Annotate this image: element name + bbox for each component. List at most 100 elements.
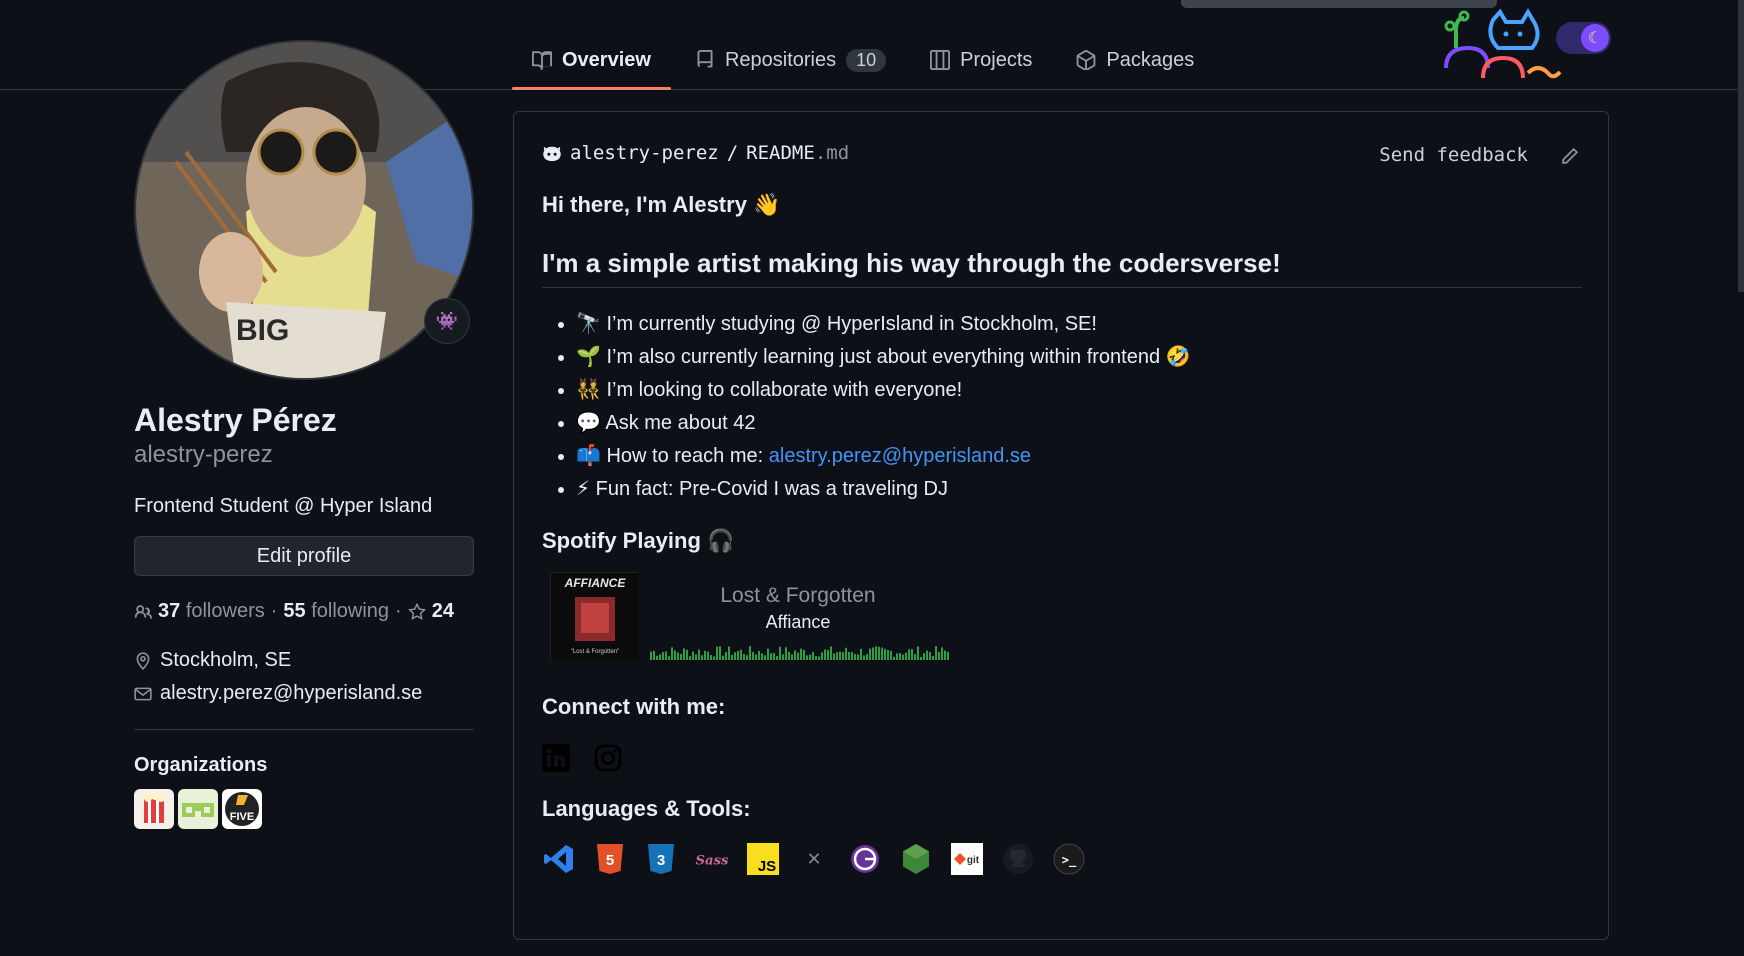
separator: ·: [395, 600, 402, 622]
octocat-illustration: [1444, 8, 1562, 79]
express-icon[interactable]: ✕: [797, 842, 831, 876]
git-icon[interactable]: git: [950, 842, 984, 876]
nodejs-icon[interactable]: [899, 842, 933, 876]
following-label: following: [311, 600, 390, 622]
people-icon: [134, 604, 152, 619]
theme-toggle[interactable]: ☾: [1556, 22, 1611, 54]
email-item: alestry.perez@hyperisland.se: [134, 682, 474, 705]
spotify-widget[interactable]: AFFIANCE "Lost & Forgotten" Lost & Forgo…: [542, 572, 1582, 672]
tools-list: 5 3 Sass JS ✕ G git >_: [542, 842, 1582, 876]
location-icon: [136, 651, 150, 670]
org-pixel-avatar[interactable]: [178, 789, 218, 829]
css3-icon[interactable]: 3: [644, 842, 678, 876]
separator: ·: [270, 600, 278, 622]
svg-text:JS: JS: [758, 858, 776, 875]
readme-file[interactable]: README: [746, 142, 815, 164]
svg-text:BIG: BIG: [236, 314, 289, 347]
svg-text:5: 5: [606, 852, 614, 869]
readme-headline: I'm a simple artist making his way throu…: [542, 248, 1582, 288]
svg-text:>_: >_: [1062, 853, 1077, 868]
terminal-icon[interactable]: >_: [1052, 842, 1086, 876]
following-count: 55: [283, 600, 306, 622]
spotify-title: Spotify Playing 🎧: [542, 528, 735, 553]
profile-login: alestry-perez: [134, 441, 273, 468]
send-feedback-link[interactable]: Send feedback: [1379, 144, 1528, 166]
package-icon: [1077, 50, 1096, 70]
album-cover: AFFIANCE "Lost & Forgotten": [550, 572, 639, 661]
star-icon: [407, 602, 426, 620]
smiley-icon: [543, 146, 561, 162]
email-link[interactable]: alestry.perez@hyperisland.se: [160, 682, 422, 705]
readme-owner[interactable]: alestry-perez: [570, 142, 719, 164]
tab-repositories-label: Repositories: [724, 48, 837, 71]
profile-sidebar: BIG 👾 Alestry Pérez alestry-perez Fronte…: [134, 40, 474, 829]
following-link[interactable]: 55 following: [283, 600, 389, 623]
profile-details: Stockholm, SE alestry.perez@hyperisland.…: [134, 649, 474, 705]
svg-text:Sass: Sass: [696, 854, 730, 869]
followers-label: followers: [185, 600, 265, 622]
stars-link[interactable]: 24: [407, 600, 454, 623]
cover-caption: "Lost & Forgotten": [571, 649, 620, 655]
pencil-icon[interactable]: [1560, 146, 1580, 166]
readme-ext: .md: [814, 142, 850, 164]
audio-visualizer: [650, 646, 949, 660]
location-item: Stockholm, SE: [134, 649, 474, 672]
followers-link[interactable]: 37 followers: [158, 600, 265, 623]
gatsby-icon[interactable]: G: [848, 842, 882, 876]
profile-readme: alestry-perez / README.md Send feedback …: [513, 111, 1609, 940]
profile-name: Alestry Pérez: [134, 402, 337, 438]
tools-title: Languages & Tools:: [542, 796, 751, 821]
list-item: ⚡ Fun fact: Pre-Covid I was a traveling …: [576, 473, 1582, 506]
tab-repositories[interactable]: Repositories 10: [675, 40, 906, 80]
tab-overview[interactable]: Overview: [512, 40, 671, 90]
tab-overview-label: Overview: [562, 48, 651, 71]
org-popcorn-avatar[interactable]: [134, 789, 174, 829]
readme-greeting: Hi there, I'm Alestry 👋: [542, 192, 781, 217]
avatar[interactable]: BIG: [134, 40, 474, 380]
connect-title: Connect with me:: [542, 694, 726, 719]
readme-slash: /: [726, 142, 739, 164]
mail-icon: [134, 687, 152, 700]
tooltip-edge: [1181, 0, 1497, 8]
org-five-avatar[interactable]: FIVE: [222, 789, 262, 829]
readme-email-link[interactable]: alestry.perez@hyperisland.se: [769, 445, 1031, 467]
vscode-icon[interactable]: [542, 842, 576, 876]
linkedin-icon[interactable]: [542, 744, 570, 772]
organizations-list: FIVE: [134, 789, 474, 829]
readme-content: Hi there, I'm Alestry 👋 I'm a simple art…: [542, 192, 1582, 876]
location-text: Stockholm, SE: [160, 649, 292, 671]
repo-icon: [697, 50, 713, 68]
html5-icon[interactable]: 5: [593, 842, 627, 876]
list-item: 💬 Ask me about 42: [576, 407, 1582, 440]
stars-count: 24: [431, 600, 454, 622]
track-info: Lost & Forgotten Affiance: [648, 584, 948, 633]
svg-text:git: git: [967, 855, 980, 866]
status-emoji-button[interactable]: 👾: [424, 298, 470, 344]
book-icon: [532, 51, 552, 70]
social-links: [542, 744, 1582, 772]
sass-icon[interactable]: Sass: [695, 842, 730, 876]
list-item: 🔭 I’m currently studying @ HyperIsland i…: [576, 308, 1582, 341]
github-icon[interactable]: [1001, 842, 1035, 876]
list-item: 📫 How to reach me: alestry.perez@hyperis…: [576, 440, 1582, 473]
tab-projects[interactable]: Projects: [910, 40, 1052, 80]
tab-packages-label: Packages: [1106, 48, 1195, 71]
svg-text:✕: ✕: [806, 849, 821, 870]
track-artist: Affiance: [765, 612, 831, 632]
sidebar-divider: [134, 729, 474, 730]
tab-packages[interactable]: Packages: [1056, 40, 1214, 80]
scrollbar[interactable]: [1738, 0, 1744, 292]
followers-count: 37: [158, 600, 181, 622]
readme-bullet-list: 🔭 I’m currently studying @ HyperIsland i…: [542, 308, 1582, 506]
moon-icon: ☾: [1581, 24, 1609, 52]
svg-text:3: 3: [657, 852, 665, 869]
cover-title: AFFIANCE: [564, 576, 627, 590]
instagram-icon[interactable]: [594, 744, 622, 772]
edit-profile-button[interactable]: Edit profile: [134, 536, 474, 576]
profile-bio: Frontend Student @ Hyper Island: [134, 495, 433, 517]
track-title: Lost & Forgotten: [720, 584, 876, 607]
javascript-icon[interactable]: JS: [746, 842, 780, 876]
list-item: 🌱 I’m also currently learning just about…: [576, 341, 1582, 374]
svg-text:G: G: [849, 843, 850, 844]
avatar-illustration: BIG: [136, 42, 472, 378]
